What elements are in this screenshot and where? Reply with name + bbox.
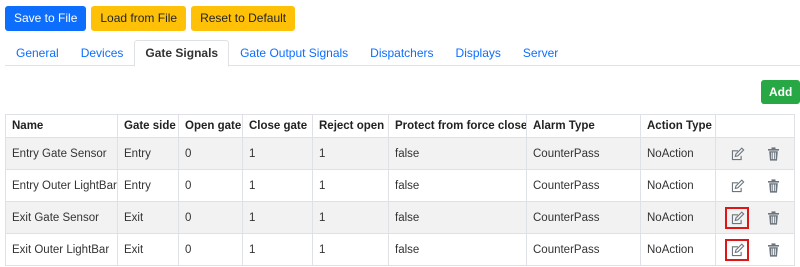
- cell-actions: [715, 137, 795, 170]
- cell-action-type: NoAction: [640, 201, 716, 234]
- cell-open-gate: 0: [178, 233, 243, 266]
- cell-protect-from-force-close: false: [388, 137, 527, 170]
- column-header-alarm-type: Alarm Type: [526, 114, 641, 138]
- column-header-name: Name: [5, 114, 118, 138]
- cell-actions: [715, 201, 795, 234]
- column-header-reject-open: Reject open: [312, 114, 389, 138]
- edit-icon[interactable]: [725, 206, 749, 229]
- cell-action-type: NoAction: [640, 169, 716, 202]
- cell-gate-side: Entry: [117, 169, 179, 202]
- tab-dispatchers[interactable]: Dispatchers: [359, 40, 444, 66]
- tab-gate-signals[interactable]: Gate Signals: [134, 40, 230, 67]
- cell-actions: [715, 233, 795, 266]
- edit-icon[interactable]: [725, 238, 749, 261]
- reset-to-default-button[interactable]: Reset to Default: [191, 6, 296, 31]
- cell-action-type: NoAction: [640, 137, 716, 170]
- tab-general[interactable]: General: [5, 40, 70, 66]
- cell-name: Exit Outer LightBar: [5, 233, 118, 266]
- cell-reject-open: 1: [312, 233, 389, 266]
- table-row: Entry Gate Sensor Entry 0 1 1 false CounterPas…: [5, 137, 795, 170]
- cell-protect-from-force-close: false: [388, 169, 527, 202]
- cell-name: Entry Outer LightBar: [5, 169, 118, 202]
- cell-close-gate: 1: [242, 137, 313, 170]
- trash-icon[interactable]: [761, 143, 785, 165]
- column-header-protect-from-force-close: Protect from force close: [388, 114, 527, 138]
- cell-open-gate: 0: [178, 201, 243, 234]
- trash-icon[interactable]: [761, 239, 785, 261]
- cell-name: Exit Gate Sensor: [5, 201, 118, 234]
- cell-reject-open: 1: [312, 169, 389, 202]
- cell-reject-open: 1: [312, 137, 389, 170]
- cell-reject-open: 1: [312, 201, 389, 234]
- table-row: Exit Outer LightBar Exit 0 1 1 false CounterPa…: [5, 233, 795, 266]
- column-header-gate-side: Gate side: [117, 114, 179, 138]
- trash-icon[interactable]: [761, 175, 785, 197]
- gate-signals-table: Name Gate side Open gate Close gate Reject o…: [5, 114, 795, 266]
- tab-bar: General Devices Gate Signals Gate Output Si…: [5, 40, 800, 67]
- add-button[interactable]: Add: [761, 80, 800, 104]
- cell-protect-from-force-close: false: [388, 233, 527, 266]
- cell-close-gate: 1: [242, 201, 313, 234]
- toolbar: Save to File Load from File Reset to Def…: [5, 6, 296, 31]
- cell-protect-from-force-close: false: [388, 201, 527, 234]
- table-row: Entry Outer LightBar Entry 0 1 1 false Counter…: [5, 169, 795, 202]
- column-header-close-gate: Close gate: [242, 114, 313, 138]
- cell-close-gate: 1: [242, 169, 313, 202]
- cell-actions: [715, 169, 795, 202]
- cell-close-gate: 1: [242, 233, 313, 266]
- cell-gate-side: Exit: [117, 201, 179, 234]
- table-header-row: Name Gate side Open gate Close gate Reject o…: [5, 114, 795, 138]
- column-header-action-type: Action Type: [640, 114, 716, 138]
- table-row: Exit Gate Sensor Exit 0 1 1 false CounterPass N…: [5, 201, 795, 234]
- edit-icon[interactable]: [725, 175, 749, 197]
- tab-devices[interactable]: Devices: [70, 40, 135, 66]
- column-header-actions: [715, 114, 795, 138]
- cell-alarm-type: CounterPass: [526, 201, 641, 234]
- cell-alarm-type: CounterPass: [526, 137, 641, 170]
- cell-alarm-type: CounterPass: [526, 169, 641, 202]
- trash-icon[interactable]: [761, 207, 785, 229]
- cell-alarm-type: CounterPass: [526, 233, 641, 266]
- cell-gate-side: Exit: [117, 233, 179, 266]
- tab-server[interactable]: Server: [512, 40, 569, 66]
- edit-icon[interactable]: [725, 143, 749, 165]
- cell-name: Entry Gate Sensor: [5, 137, 118, 170]
- load-from-file-button[interactable]: Load from File: [91, 6, 187, 31]
- cell-open-gate: 0: [178, 169, 243, 202]
- save-to-file-button[interactable]: Save to File: [5, 6, 87, 31]
- cell-gate-side: Entry: [117, 137, 179, 170]
- tab-gate-output-signals[interactable]: Gate Output Signals: [229, 40, 359, 66]
- cell-action-type: NoAction: [640, 233, 716, 266]
- tab-displays[interactable]: Displays: [445, 40, 512, 66]
- column-header-open-gate: Open gate: [178, 114, 243, 138]
- cell-open-gate: 0: [178, 137, 243, 170]
